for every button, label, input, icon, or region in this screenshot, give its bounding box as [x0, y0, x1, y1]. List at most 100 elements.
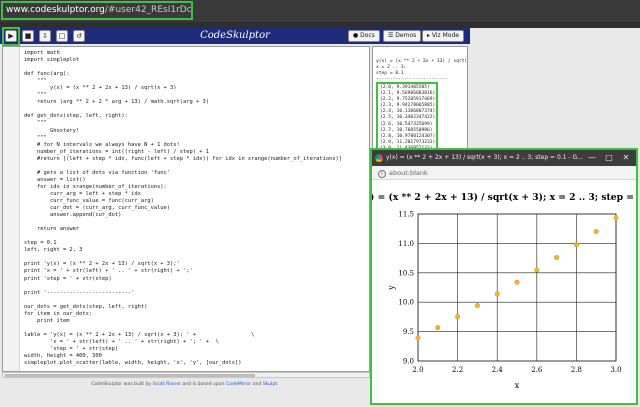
- viz-mode-label: Viz Mode: [431, 32, 459, 39]
- code-line[interactable]: curr_arg = left + step * idx: [24, 191, 342, 198]
- code-line[interactable]: return (arg ** 2 + 2 * arg + 13) / math.…: [24, 99, 342, 106]
- output-dot-row: (2.6, 10.547325699): [380, 121, 433, 127]
- footer-author-link[interactable]: Scott Rixner: [153, 382, 181, 387]
- output-dot-row: (2.7, 10.760550986): [380, 127, 433, 133]
- plot-window-address-bar: i about:blank: [372, 166, 636, 180]
- close-button[interactable]: ✕: [618, 150, 634, 166]
- code-line[interactable]: left, right = 2, 3: [24, 247, 342, 254]
- code-line[interactable]: answer = list(): [24, 177, 342, 184]
- code-line[interactable]: 'x = ' + str(left) + ' .. ' + str(right)…: [24, 339, 342, 346]
- save-button[interactable]: ■: [22, 30, 34, 42]
- code-line[interactable]: curr_func_value = func(curr_arg): [24, 198, 342, 205]
- code-line[interactable]: Ghostery!: [24, 128, 342, 135]
- code-line[interactable]: [24, 283, 342, 290]
- code-line[interactable]: # gets a list of dots via function 'func…: [24, 170, 342, 177]
- x-tick-label: 2.8: [571, 366, 582, 374]
- code-line[interactable]: for item in our_dots:: [24, 311, 342, 318]
- scrollbar-thumb[interactable]: [5, 374, 255, 377]
- code-line[interactable]: def get_dots(step, left, right):: [24, 113, 342, 120]
- code-line[interactable]: import simpleplot: [24, 57, 342, 64]
- code-line[interactable]: 'step = ' + str(step): [24, 346, 342, 353]
- code-line[interactable]: [24, 64, 342, 71]
- x-tick-label: 2.2: [452, 366, 463, 374]
- footer-and: and: [251, 382, 263, 387]
- plot-area: [417, 213, 617, 362]
- y-tick-label: 9.0: [403, 358, 414, 366]
- scatter-plot: y(x) = (x ** 2 + 2x + 13) / sqrt(x + 3);…: [372, 192, 636, 390]
- code-line[interactable]: print item: [24, 318, 342, 325]
- data-point: [435, 324, 441, 330]
- viz-mode-button[interactable]: ▸ Viz Mode: [422, 30, 464, 42]
- code-line[interactable]: [24, 219, 342, 226]
- code-line[interactable]: y(x) = (x ** 2 + 2x + 13) / sqrt(x + 3): [24, 85, 342, 92]
- code-line[interactable]: lable = 'y(x) = (x ** 2 + 2x + 13) / sqr…: [24, 332, 342, 339]
- code-text[interactable]: import math import simpleplot def func(arg…: [24, 50, 342, 367]
- code-line[interactable]: number_of_iterations = int((right - left…: [24, 149, 342, 156]
- maximize-button[interactable]: □: [601, 150, 617, 166]
- code-editor[interactable]: import math import simpleplot def func(arg…: [2, 46, 370, 372]
- y-tick-label: 11.0: [398, 240, 414, 248]
- code-line[interactable]: # for N intervals we always have N + 1 d…: [24, 142, 342, 149]
- plot-window-title: y(x) = (x ** 2 + 2x + 13) / sqrt(x + 3);…: [386, 154, 583, 161]
- code-line[interactable]: print 'y(x) = (x ** 2 + 2x + 13) / sqrt(…: [24, 261, 342, 268]
- code-line[interactable]: simpleplot.plot_scatter(lable, width, he…: [24, 360, 342, 367]
- code-line[interactable]: """: [24, 78, 342, 85]
- docs-button[interactable]: ● Docs: [348, 30, 380, 42]
- chrome-icon: [375, 154, 383, 162]
- code-line[interactable]: """: [24, 135, 342, 142]
- plot-window-titlebar[interactable]: y(x) = (x ** 2 + 2x + 13) / sqrt(x + 3);…: [372, 150, 636, 166]
- output-console[interactable]: y(x) = (x ** 2 + 2x + 13) / sqrt(x + 3);…: [372, 46, 468, 156]
- output-header: y(x) = (x ** 2 + 2x + 13) / sqrt(x + 3);…: [376, 59, 467, 83]
- reset-icon: ↺: [76, 32, 82, 40]
- footer-codemirror-link[interactable]: CodeMirror: [226, 382, 251, 387]
- code-line[interactable]: cur_dot = (curr_arg, curr_func_value): [24, 205, 342, 212]
- x-tick-label: 2.6: [531, 366, 543, 374]
- editor-horizontal-scrollbar[interactable]: [2, 372, 370, 378]
- code-line[interactable]: return answer: [24, 226, 342, 233]
- output-dot-row: (2.8, 10.9780124307): [380, 133, 436, 139]
- code-line[interactable]: [24, 106, 342, 113]
- y-tick-label: 10.5: [398, 269, 414, 277]
- plot-window-address: about:blank: [389, 169, 428, 177]
- code-line[interactable]: def func(arg):: [24, 71, 342, 78]
- line-gutter: [3, 47, 20, 371]
- credits-footer: CodeSkulptor was built by Scott Rixner a…: [0, 379, 370, 391]
- footer-skulpt-link[interactable]: Skulpt: [263, 382, 277, 387]
- code-line[interactable]: """: [24, 120, 342, 127]
- footer-suffix: .: [277, 382, 279, 387]
- code-line[interactable]: [24, 233, 342, 240]
- data-point: [514, 279, 520, 285]
- data-point: [573, 242, 579, 248]
- demos-label: Demos: [395, 32, 417, 39]
- code-line[interactable]: [24, 297, 342, 304]
- code-line[interactable]: #return [(left + step * idx, func(left +…: [24, 156, 342, 163]
- code-line[interactable]: width, height = 400, 300: [24, 353, 342, 360]
- x-axis-label: x: [515, 381, 520, 390]
- download-button[interactable]: ⇩: [39, 30, 51, 42]
- output-dots-list: (2.0, 9.391485505) (2.1, 9.56986083816) (2…: [376, 82, 438, 154]
- data-point: [613, 215, 619, 221]
- code-line[interactable]: [24, 325, 342, 332]
- code-line[interactable]: answer.append(cur_dot): [24, 212, 342, 219]
- code-line[interactable]: print 'step = ' + str(step): [24, 276, 342, 283]
- x-tick-label: 3.0: [610, 366, 621, 374]
- code-line[interactable]: print '--------------------------': [24, 290, 342, 297]
- code-line[interactable]: our_dots = get_dots(step, left, right): [24, 304, 342, 311]
- demos-button[interactable]: ☰ Demos: [383, 30, 422, 42]
- reset-button[interactable]: ↺: [73, 30, 85, 42]
- code-line[interactable]: [24, 163, 342, 170]
- code-line[interactable]: [24, 254, 342, 261]
- run-button-highlight: [2, 27, 20, 46]
- code-line[interactable]: for idx in xrange(number_of_iterations):: [24, 184, 342, 191]
- minimize-button[interactable]: —: [584, 150, 600, 166]
- info-icon: i: [378, 170, 386, 178]
- new-file-button[interactable]: □: [56, 30, 68, 42]
- code-line[interactable]: print 'x = ' + str(left) + ' .. ' + str(…: [24, 268, 342, 275]
- code-line[interactable]: """: [24, 92, 342, 99]
- x-tick-label: 2.4: [492, 366, 504, 374]
- save-icon: ■: [24, 32, 32, 40]
- code-line[interactable]: step = 0.1: [24, 240, 342, 247]
- url-field[interactable]: www.codeskulptor.org/#user42_REsI1rDcxHl…: [1, 1, 193, 20]
- data-point: [415, 335, 421, 341]
- code-line[interactable]: import math: [24, 50, 342, 57]
